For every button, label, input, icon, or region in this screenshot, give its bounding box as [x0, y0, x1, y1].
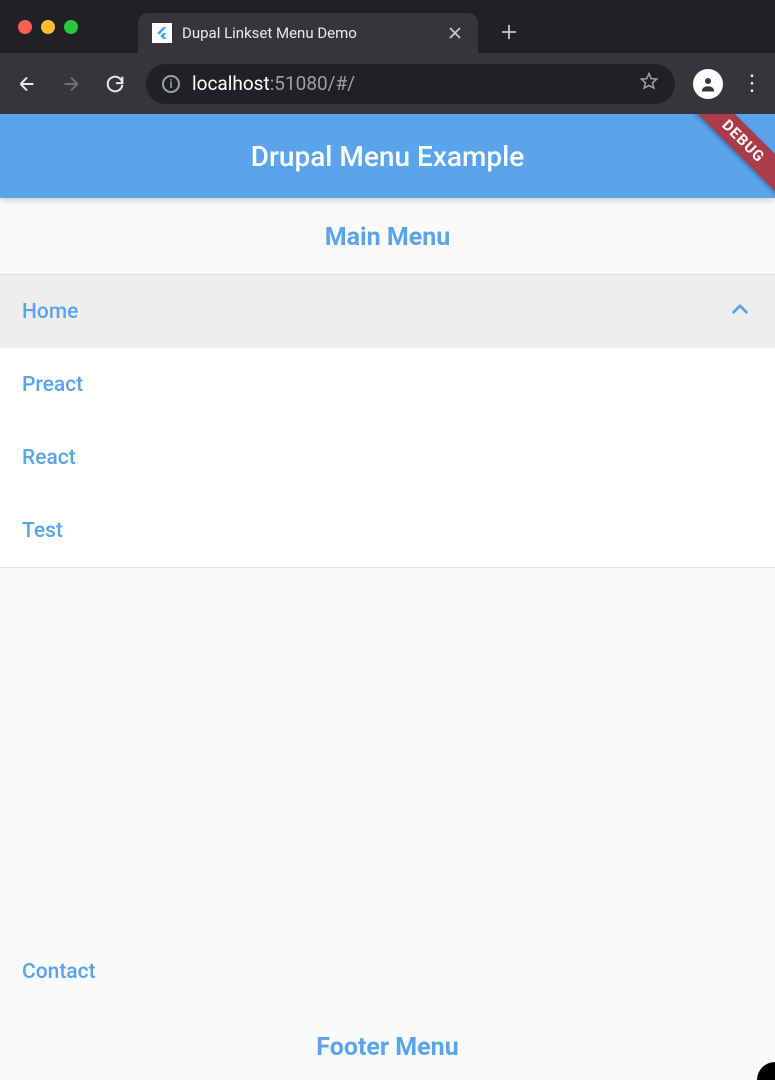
bookmark-star-icon[interactable] — [639, 71, 659, 96]
profile-icon[interactable] — [693, 69, 723, 99]
back-button[interactable] — [14, 71, 40, 97]
menu-item-label: Test — [22, 519, 63, 543]
menu-item-label: Contact — [22, 960, 96, 984]
footer-section: Contact Footer Menu — [0, 935, 775, 1080]
menu-item-label: React — [22, 446, 76, 470]
app-bar: Drupal Menu Example DEBUG — [0, 114, 775, 198]
menu-item-label: Preact — [22, 373, 83, 397]
titlebar: Dupal Linkset Menu Demo — [0, 0, 775, 53]
menu-item-preact[interactable]: Preact — [0, 348, 775, 421]
url-text: localhost:51080/#/ — [192, 72, 627, 95]
menu-item-home[interactable]: Home — [0, 275, 775, 348]
app-title: Drupal Menu Example — [251, 140, 525, 173]
reload-button[interactable] — [102, 71, 128, 97]
site-info-icon[interactable]: i — [162, 75, 180, 93]
app-viewport: Drupal Menu Example DEBUG Main Menu Home… — [0, 114, 775, 1080]
kebab-menu-icon[interactable]: ⋮ — [741, 71, 761, 96]
chevron-up-icon[interactable] — [727, 296, 753, 328]
main-menu-heading: Main Menu — [0, 198, 775, 274]
maximize-window-button[interactable] — [64, 20, 78, 34]
browser-tab[interactable]: Dupal Linkset Menu Demo — [138, 13, 478, 53]
debug-banner: DEBUG — [677, 114, 775, 208]
window-controls — [18, 20, 78, 34]
footer-menu-heading: Footer Menu — [0, 1008, 775, 1080]
close-window-button[interactable] — [18, 20, 32, 34]
menu-item-test[interactable]: Test — [0, 494, 775, 567]
menu-item-contact[interactable]: Contact — [0, 935, 775, 1008]
browser-toolbar: i localhost:51080/#/ ⋮ — [0, 53, 775, 114]
address-bar[interactable]: i localhost:51080/#/ — [146, 64, 675, 104]
tab-title: Dupal Linkset Menu Demo — [182, 24, 436, 42]
close-tab-icon[interactable] — [446, 24, 464, 42]
menu-item-label: Home — [22, 300, 78, 324]
menu-item-react[interactable]: React — [0, 421, 775, 494]
main-menu-list: Home Preact React Test — [0, 274, 775, 568]
browser-chrome: Dupal Linkset Menu Demo i localhost:5108… — [0, 0, 775, 114]
minimize-window-button[interactable] — [41, 20, 55, 34]
flutter-favicon-icon — [152, 23, 172, 43]
forward-button[interactable] — [58, 71, 84, 97]
new-tab-button[interactable] — [494, 17, 524, 47]
